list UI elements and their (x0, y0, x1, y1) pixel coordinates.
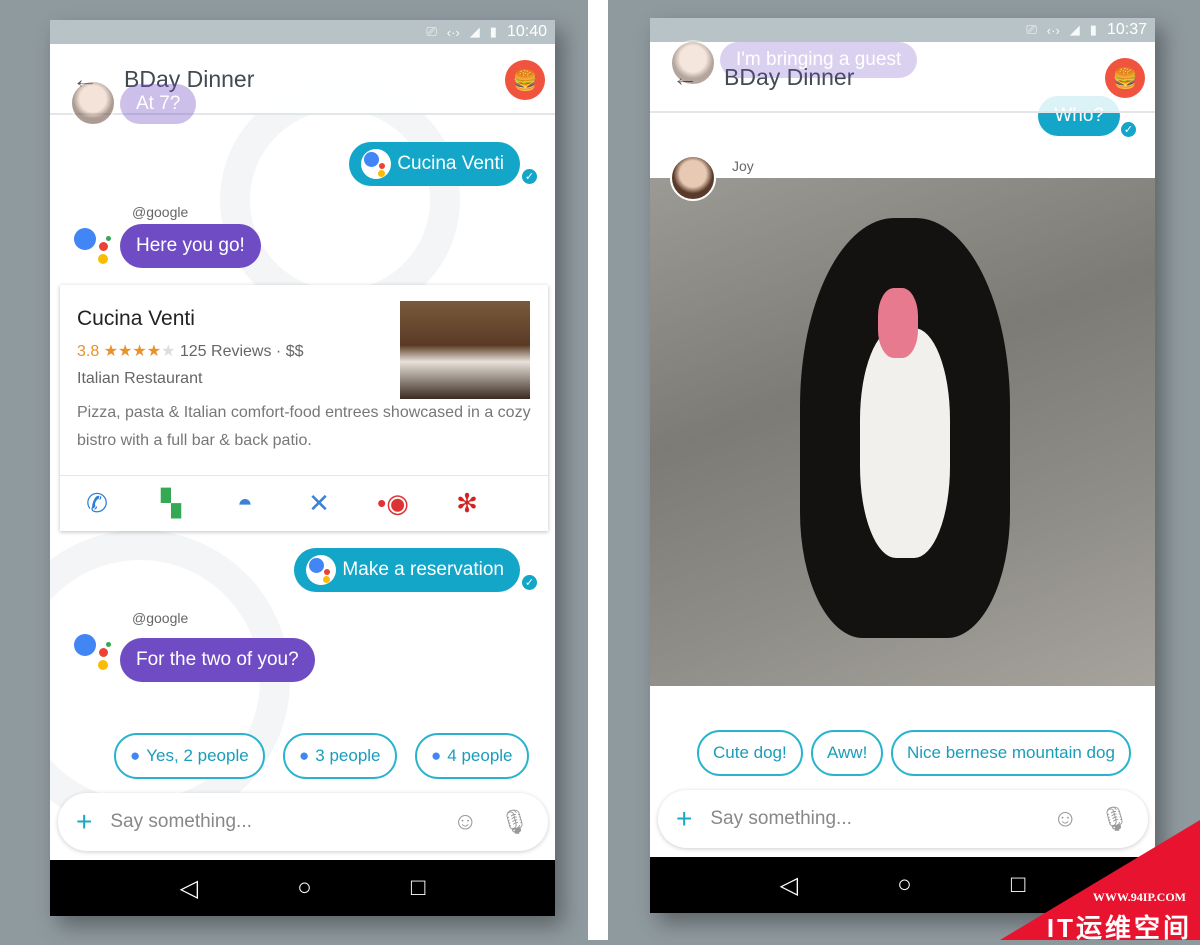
message-text: Make a reservation (342, 559, 504, 580)
watermark-brand: IT运维空间 (1046, 913, 1192, 943)
recents-square-icon[interactable]: □ (411, 874, 426, 902)
message-text: Cucina Venti (397, 153, 504, 174)
group-hamburger-icon[interactable]: 🍔 (505, 60, 545, 100)
battery-icon: ▮ (489, 24, 497, 39)
watermark-url: WWW.94IP.COM (1092, 890, 1186, 904)
suggestion-chip[interactable]: ● 3 people (283, 733, 397, 779)
clock: 10:40 (506, 23, 547, 40)
assistant-icon (306, 555, 337, 585)
chip-label: Yes, 2 people (146, 746, 249, 765)
restaurant-photo[interactable] (400, 301, 530, 399)
message-composer[interactable]: + Say something... ☺ 🎙 (658, 790, 1148, 848)
phone-left: ⎚ ‹·› ◢ ▮ 10:40 At 7? ← BDay Dinner 🍔 Cu… (50, 20, 555, 916)
suggestion-chip[interactable]: Nice bernese mountain dog (891, 730, 1131, 776)
signal-icon: ◢ (469, 24, 480, 39)
nav-bar: ◁ ○ □ (50, 860, 555, 916)
chip-label: 3 people (315, 746, 381, 765)
assistant-message: Here you go! (120, 224, 261, 268)
faded-message: At 7? (120, 84, 197, 124)
cast-icon: ⎚ (1026, 22, 1037, 37)
bg-decoration (220, 80, 460, 320)
status-bar: ⎚ ‹·› ◢ ▮ 10:40 (50, 20, 555, 44)
suggestion-chip[interactable]: Cute dog! (697, 730, 803, 776)
restaurant-name: Cucina Venti (77, 307, 195, 330)
menu-icon[interactable]: ✕ (282, 488, 356, 519)
message-composer[interactable]: + Say something... ☺ 🎙 (58, 793, 548, 851)
suggestion-chip[interactable]: Aww! (811, 730, 884, 776)
home-circle-icon[interactable]: ○ (897, 871, 912, 899)
user-message: Cucina Venti (349, 142, 520, 186)
dog-tongue (878, 288, 918, 358)
avatar-joy (70, 80, 116, 126)
sender-label: @google (132, 204, 189, 220)
restaurant-description: Pizza, pasta & Italian comfort-food entr… (77, 404, 531, 449)
cast-icon: ⎚ (426, 24, 437, 39)
microphone-icon[interactable]: 🎙 (1100, 805, 1130, 834)
assistant-logo-icon (74, 634, 114, 674)
sender-label: Joy (732, 158, 754, 174)
suggestion-chip[interactable]: ● Yes, 2 people (114, 733, 265, 779)
rating-value: 3.8 (77, 343, 100, 360)
emoji-icon[interactable]: ☺ (1053, 805, 1078, 833)
opentable-icon[interactable]: •◉ (356, 488, 430, 519)
sender-label: @google (132, 610, 189, 626)
sent-check-icon: ✓ (521, 574, 538, 591)
sent-check-icon: ✓ (1120, 121, 1137, 138)
phone-icon[interactable]: ✆ (60, 488, 134, 519)
group-hamburger-icon[interactable]: 🍔 (1105, 58, 1145, 98)
divider (588, 0, 608, 940)
street-view-icon[interactable]: ◓ (208, 488, 282, 519)
back-triangle-icon[interactable]: ◁ (180, 874, 198, 903)
assistant-icon (361, 149, 392, 179)
rating-row: 3.8 ★★★★★ 125 Reviews · $$ (77, 341, 304, 361)
clock: 10:37 (1106, 21, 1147, 38)
microphone-icon[interactable]: 🎙 (500, 808, 530, 837)
restaurant-card[interactable]: Cucina Venti 3.8 ★★★★★ 125 Reviews · $$ … (60, 285, 548, 531)
user-message: Make a reservation (294, 548, 520, 592)
assistant-icon: ● (299, 746, 310, 765)
message-input[interactable]: Say something... (710, 808, 1031, 830)
plus-icon[interactable]: + (76, 806, 92, 838)
card-actions: ✆ ▚ ◓ ✕ •◉ ✻ (60, 475, 548, 531)
assistant-icon: ● (130, 746, 141, 765)
recents-square-icon[interactable]: □ (1011, 871, 1026, 899)
back-triangle-icon[interactable]: ◁ (780, 871, 798, 900)
dog-chest (860, 328, 950, 558)
data-icon: ‹·› (1046, 22, 1060, 38)
emoji-icon[interactable]: ☺ (453, 808, 478, 836)
phone-right: ⎚ ‹·› ◢ ▮ 10:37 I'm bringing a guest ← B… (650, 18, 1155, 913)
suggestion-chip[interactable]: ● 4 people (415, 733, 529, 779)
star-empty-icon: ★ (161, 343, 176, 360)
yelp-icon[interactable]: ✻ (430, 488, 504, 519)
battery-icon: ▮ (1089, 22, 1097, 37)
reviews-count: 125 Reviews · $$ (179, 343, 304, 360)
dog-photo[interactable] (650, 178, 1155, 686)
avatar-joy (670, 155, 716, 201)
chip-label: 4 people (447, 746, 513, 765)
plus-icon[interactable]: + (676, 803, 692, 835)
assistant-icon: ● (431, 746, 442, 765)
maps-icon[interactable]: ▚ (134, 488, 208, 519)
faded-message: I'm bringing a guest (720, 42, 918, 78)
status-bar: ⎚ ‹·› ◢ ▮ 10:37 (650, 18, 1155, 42)
assistant-logo-icon (74, 228, 114, 268)
star-rating-icon: ★★★★ (103, 343, 162, 360)
restaurant-category: Italian Restaurant (77, 370, 203, 387)
signal-icon: ◢ (1069, 22, 1080, 37)
assistant-message: For the two of you? (120, 638, 315, 682)
avatar-joy (670, 40, 716, 86)
data-icon: ‹·› (446, 24, 460, 40)
sent-check-icon: ✓ (521, 168, 538, 185)
message-input[interactable]: Say something... (110, 811, 431, 833)
home-circle-icon[interactable]: ○ (297, 874, 312, 902)
